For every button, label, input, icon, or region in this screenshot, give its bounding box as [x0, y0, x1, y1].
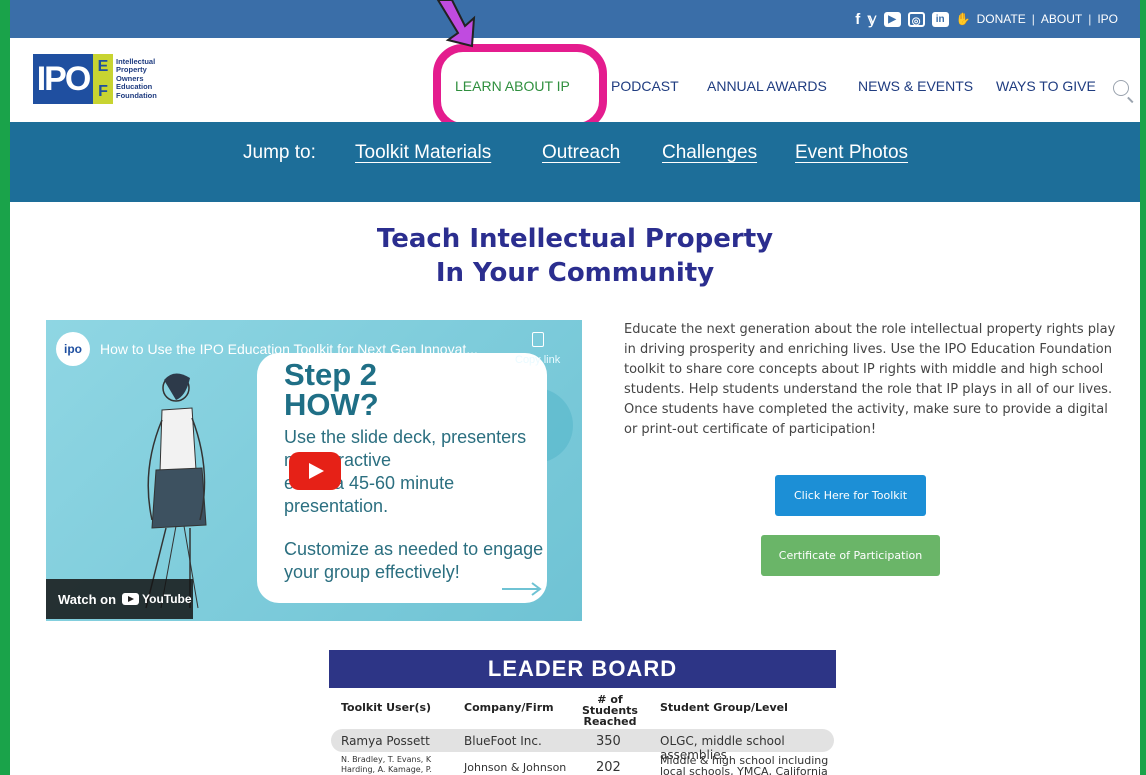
video-title[interactable]: How to Use the IPO Education Toolkit for…: [100, 341, 478, 357]
certificate-button[interactable]: Certificate of Participation: [761, 535, 940, 576]
nav-news-events[interactable]: NEWS & EVENTS: [858, 78, 973, 94]
toolkit-button[interactable]: Click Here for Toolkit: [775, 475, 926, 516]
leader-board-row: N. Bradley, T. Evans, K Harding, A. Kama…: [341, 754, 829, 775]
social-icons: f 𝕪 ▶ ◎ in ✋: [855, 10, 971, 29]
ipo-link[interactable]: IPO: [1097, 12, 1118, 26]
ipo-ef-logo[interactable]: IPO EF Intellectual Property Owners Educ…: [33, 53, 161, 105]
search-icon[interactable]: [1113, 80, 1129, 96]
linkedin-icon[interactable]: in: [931, 11, 949, 27]
logo-mark: IPO: [33, 54, 93, 104]
leader-board-row: Ramya Possett BlueFoot Inc. 350 OLGC, mi…: [331, 729, 834, 762]
about-link[interactable]: ABOUT: [1041, 12, 1082, 26]
youtube-logo-icon: [122, 593, 140, 605]
leader-board-image: LEADER BOARD Toolkit User(s) Company/Fir…: [329, 650, 836, 775]
nav-annual-awards[interactable]: ANNUAL AWARDS: [707, 78, 827, 94]
donate-hand-icon: ✋: [955, 12, 971, 26]
copy-link-icon[interactable]: [532, 332, 544, 347]
jump-event-photos[interactable]: Event Photos: [795, 142, 908, 164]
youtube-icon[interactable]: ▶: [883, 11, 901, 27]
facebook-icon[interactable]: f: [855, 11, 860, 28]
copy-link-label[interactable]: Copy link: [515, 354, 560, 366]
twitter-icon[interactable]: 𝕪: [867, 10, 876, 28]
highlight-circle: [433, 44, 607, 131]
donate-link[interactable]: DONATE: [977, 12, 1026, 26]
person-illustration-icon: [145, 373, 207, 609]
slide-step-title: Step 2 HOW?: [284, 357, 379, 422]
separator: |: [1088, 12, 1092, 26]
jump-toolkit-materials[interactable]: Toolkit Materials: [355, 142, 491, 164]
jump-to-bar: Jump to: Toolkit Materials Outreach Chal…: [10, 122, 1140, 202]
intro-paragraph: Educate the next generation about the ro…: [624, 322, 1116, 437]
page-title: Teach Intellectual Property In Your Comm…: [376, 224, 774, 288]
channel-avatar[interactable]: ipo: [56, 332, 90, 366]
youtube-video-embed[interactable]: Step 2 HOW? Use the slide deck, presente…: [46, 320, 582, 621]
nav-podcast[interactable]: PODCAST: [611, 78, 679, 94]
separator: |: [1031, 12, 1035, 26]
watch-on-youtube[interactable]: Watch on YouTube: [46, 579, 193, 619]
jump-challenges[interactable]: Challenges: [662, 142, 757, 164]
instagram-icon[interactable]: ◎: [907, 11, 925, 27]
pointer-arrow-icon: [436, 0, 476, 48]
arrow-right-icon: [502, 582, 542, 596]
logo-ef: EF: [93, 54, 113, 104]
leader-board-header: Toolkit User(s) Company/Firm # of Studen…: [341, 693, 788, 728]
logo-text: Intellectual Property Owners Education F…: [116, 56, 157, 100]
page-frame: f 𝕪 ▶ ◎ in ✋ DONATE | ABOUT | IPO IPO EF…: [10, 0, 1140, 775]
top-bar: f 𝕪 ▶ ◎ in ✋ DONATE | ABOUT | IPO: [10, 0, 1140, 38]
slide-step-body-2: Customize as needed to engage your group…: [284, 539, 544, 582]
play-button-icon[interactable]: [289, 452, 341, 490]
jump-outreach[interactable]: Outreach: [542, 142, 620, 164]
jump-to-label: Jump to:: [243, 142, 316, 163]
nav-ways-to-give[interactable]: WAYS TO GIVE: [996, 78, 1096, 94]
leader-board-title: LEADER BOARD: [329, 650, 836, 688]
